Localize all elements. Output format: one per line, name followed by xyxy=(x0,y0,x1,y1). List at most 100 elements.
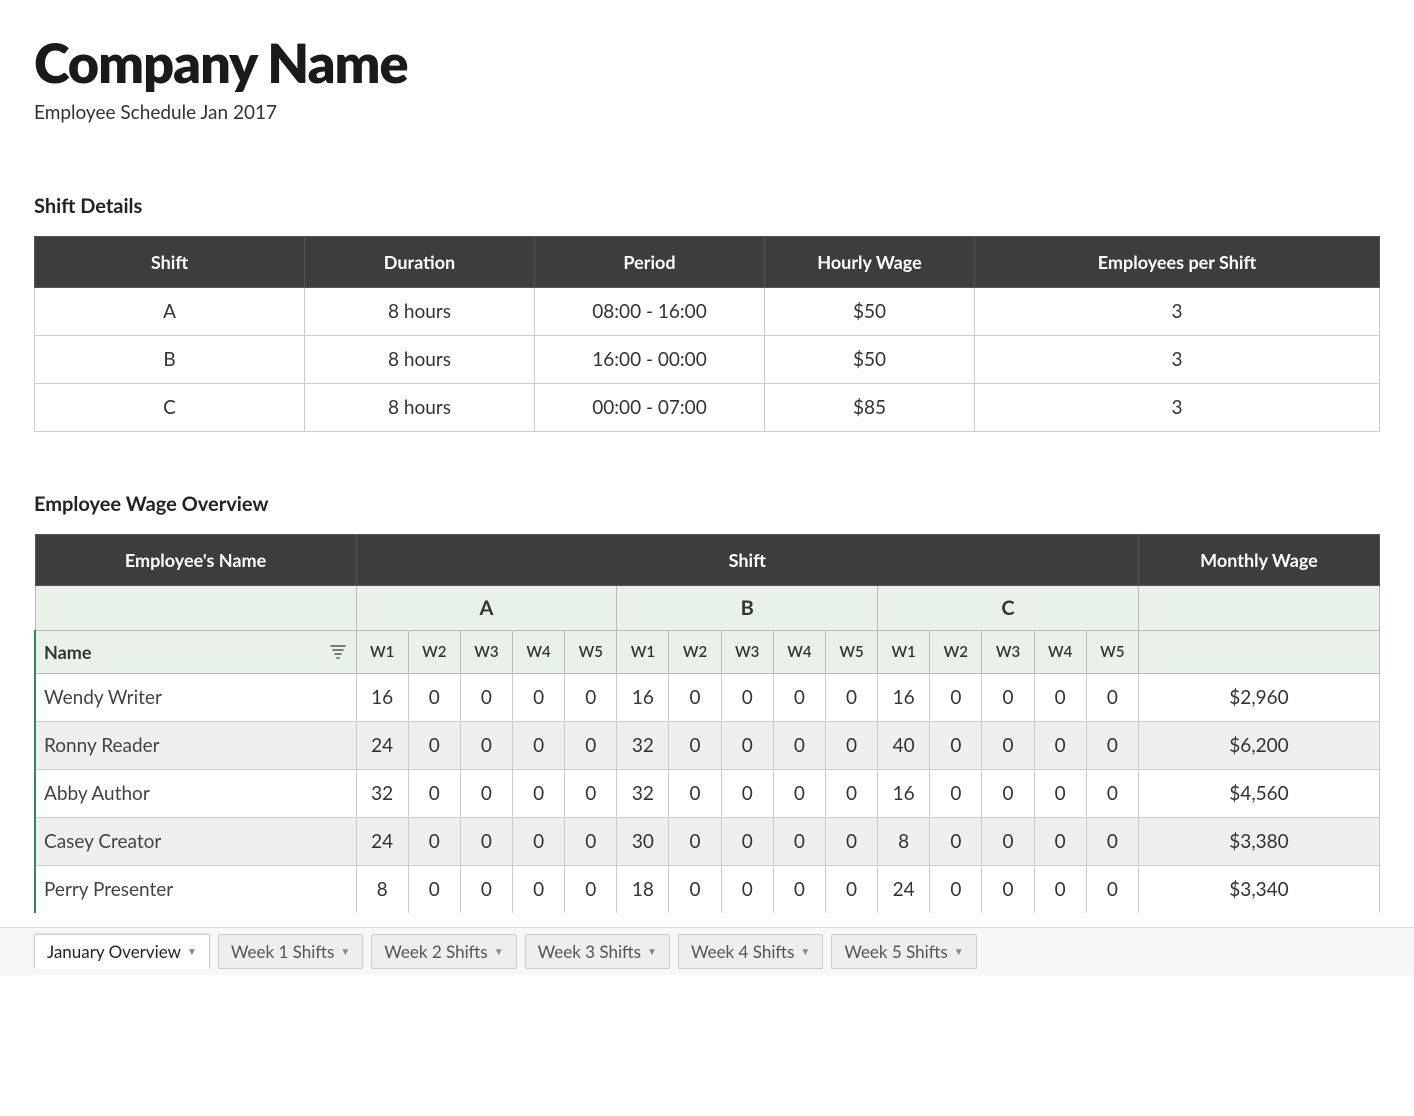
chevron-down-icon[interactable]: ▼ xyxy=(647,946,657,958)
hours-cell: 0 xyxy=(1086,770,1138,818)
table-row: Ronny Reader240000320000400000$6,200 xyxy=(35,722,1380,770)
filter-icon[interactable] xyxy=(330,641,346,663)
sheet-tab[interactable]: Week 1 Shifts ▼ xyxy=(218,934,363,969)
table-row: A8 hours08:00 - 16:00$503 xyxy=(35,288,1380,336)
employee-name-cell: Abby Author xyxy=(35,770,356,818)
tab-label: Week 5 Shifts xyxy=(844,941,947,962)
hours-cell: 0 xyxy=(825,770,877,818)
cell: 8 hours xyxy=(305,336,535,384)
chevron-down-icon[interactable]: ▼ xyxy=(954,946,964,958)
tab-label: Week 3 Shifts xyxy=(538,941,641,962)
week-label: W1 xyxy=(617,631,669,674)
sheet-tab[interactable]: Week 3 Shifts ▼ xyxy=(525,934,670,969)
hours-cell: 24 xyxy=(878,866,930,914)
chevron-down-icon[interactable]: ▼ xyxy=(494,946,504,958)
hours-cell: 0 xyxy=(565,770,617,818)
hours-cell: 0 xyxy=(1086,818,1138,866)
chevron-down-icon[interactable]: ▼ xyxy=(340,946,350,958)
col-duration: Duration xyxy=(305,237,535,288)
company-title: Company Name xyxy=(34,30,1380,95)
col-shift-group: Shift xyxy=(356,535,1138,586)
hours-cell: 0 xyxy=(1034,674,1086,722)
hours-cell: 24 xyxy=(356,818,408,866)
cell: 16:00 - 00:00 xyxy=(535,336,765,384)
wage-overview-title: Employee Wage Overview xyxy=(34,492,1380,516)
hours-cell: 0 xyxy=(721,674,773,722)
tab-label: Week 1 Shifts xyxy=(231,941,334,962)
hours-cell: 0 xyxy=(930,818,982,866)
subhead-a: A xyxy=(356,586,617,631)
hours-cell: 0 xyxy=(773,818,825,866)
hours-cell: 0 xyxy=(930,722,982,770)
sheet-tab[interactable]: Week 2 Shifts▼ xyxy=(371,934,516,969)
filter-name[interactable]: Name xyxy=(35,631,356,674)
hours-cell: 0 xyxy=(1086,722,1138,770)
hours-cell: 0 xyxy=(825,674,877,722)
chevron-down-icon[interactable]: ▼ xyxy=(187,946,197,958)
hours-cell: 0 xyxy=(982,722,1034,770)
sheet-tab[interactable]: Week 5 Shifts ▼ xyxy=(831,934,976,969)
cell: 8 hours xyxy=(305,384,535,432)
week-label: W2 xyxy=(930,631,982,674)
hours-cell: 0 xyxy=(930,674,982,722)
chevron-down-icon[interactable]: ▼ xyxy=(800,946,810,958)
tab-label: Week 4 Shifts xyxy=(691,941,794,962)
hours-cell: 0 xyxy=(669,866,721,914)
sheet-tab[interactable]: January Overview ▼ xyxy=(34,934,210,969)
week-label: W2 xyxy=(669,631,721,674)
sheet-tab[interactable]: Week 4 Shifts ▼ xyxy=(678,934,823,969)
subhead-c: C xyxy=(878,586,1139,631)
week-label: W5 xyxy=(1086,631,1138,674)
hours-cell: 0 xyxy=(721,770,773,818)
hours-cell: 32 xyxy=(617,722,669,770)
week-label: W3 xyxy=(982,631,1034,674)
hours-cell: 0 xyxy=(669,818,721,866)
hours-cell: 0 xyxy=(513,722,565,770)
sheet-tabs-bar: January Overview▼Week 1 Shifts▼Week 2 Sh… xyxy=(0,927,1414,975)
hours-cell: 8 xyxy=(356,866,408,914)
hours-cell: 0 xyxy=(513,770,565,818)
col-period: Period xyxy=(535,237,765,288)
hours-cell: 0 xyxy=(565,674,617,722)
hours-cell: 0 xyxy=(669,674,721,722)
week-label: W5 xyxy=(825,631,877,674)
page-subtitle: Employee Schedule Jan 2017 xyxy=(34,101,1380,124)
cell: C xyxy=(35,384,305,432)
subhead-b: B xyxy=(617,586,878,631)
hours-cell: 0 xyxy=(930,770,982,818)
hours-cell: 0 xyxy=(825,866,877,914)
hours-cell: 0 xyxy=(1086,866,1138,914)
hours-cell: 0 xyxy=(1086,674,1138,722)
hours-cell: 0 xyxy=(460,722,512,770)
monthly-wage-cell: $4,560 xyxy=(1138,770,1379,818)
hours-cell: 0 xyxy=(513,866,565,914)
hours-cell: 0 xyxy=(930,866,982,914)
table-row: Perry Presenter80000180000240000$3,340 xyxy=(35,866,1380,914)
week-label: W4 xyxy=(1034,631,1086,674)
hours-cell: 0 xyxy=(1034,818,1086,866)
cell: 3 xyxy=(975,336,1380,384)
week-label: W3 xyxy=(460,631,512,674)
week-label: W2 xyxy=(408,631,460,674)
monthly-wage-cell: $3,380 xyxy=(1138,818,1379,866)
hours-cell: 0 xyxy=(460,818,512,866)
week-label: W4 xyxy=(773,631,825,674)
hours-cell: 0 xyxy=(513,674,565,722)
hours-cell: 16 xyxy=(617,674,669,722)
hours-cell: 0 xyxy=(721,818,773,866)
col-employees-per-shift: Employees per Shift xyxy=(975,237,1380,288)
name-label: Name xyxy=(44,641,91,663)
hours-cell: 0 xyxy=(408,770,460,818)
hours-cell: 0 xyxy=(721,722,773,770)
hours-cell: 0 xyxy=(408,722,460,770)
tab-label: January Overview xyxy=(47,941,181,962)
hours-cell: 24 xyxy=(356,722,408,770)
table-row: Wendy Writer160000160000160000$2,960 xyxy=(35,674,1380,722)
col-hourly-wage: Hourly Wage xyxy=(765,237,975,288)
hours-cell: 16 xyxy=(878,770,930,818)
employee-name-cell: Casey Creator xyxy=(35,818,356,866)
hours-cell: 0 xyxy=(1034,770,1086,818)
hours-cell: 16 xyxy=(878,674,930,722)
hours-cell: 18 xyxy=(617,866,669,914)
hours-cell: 0 xyxy=(565,818,617,866)
